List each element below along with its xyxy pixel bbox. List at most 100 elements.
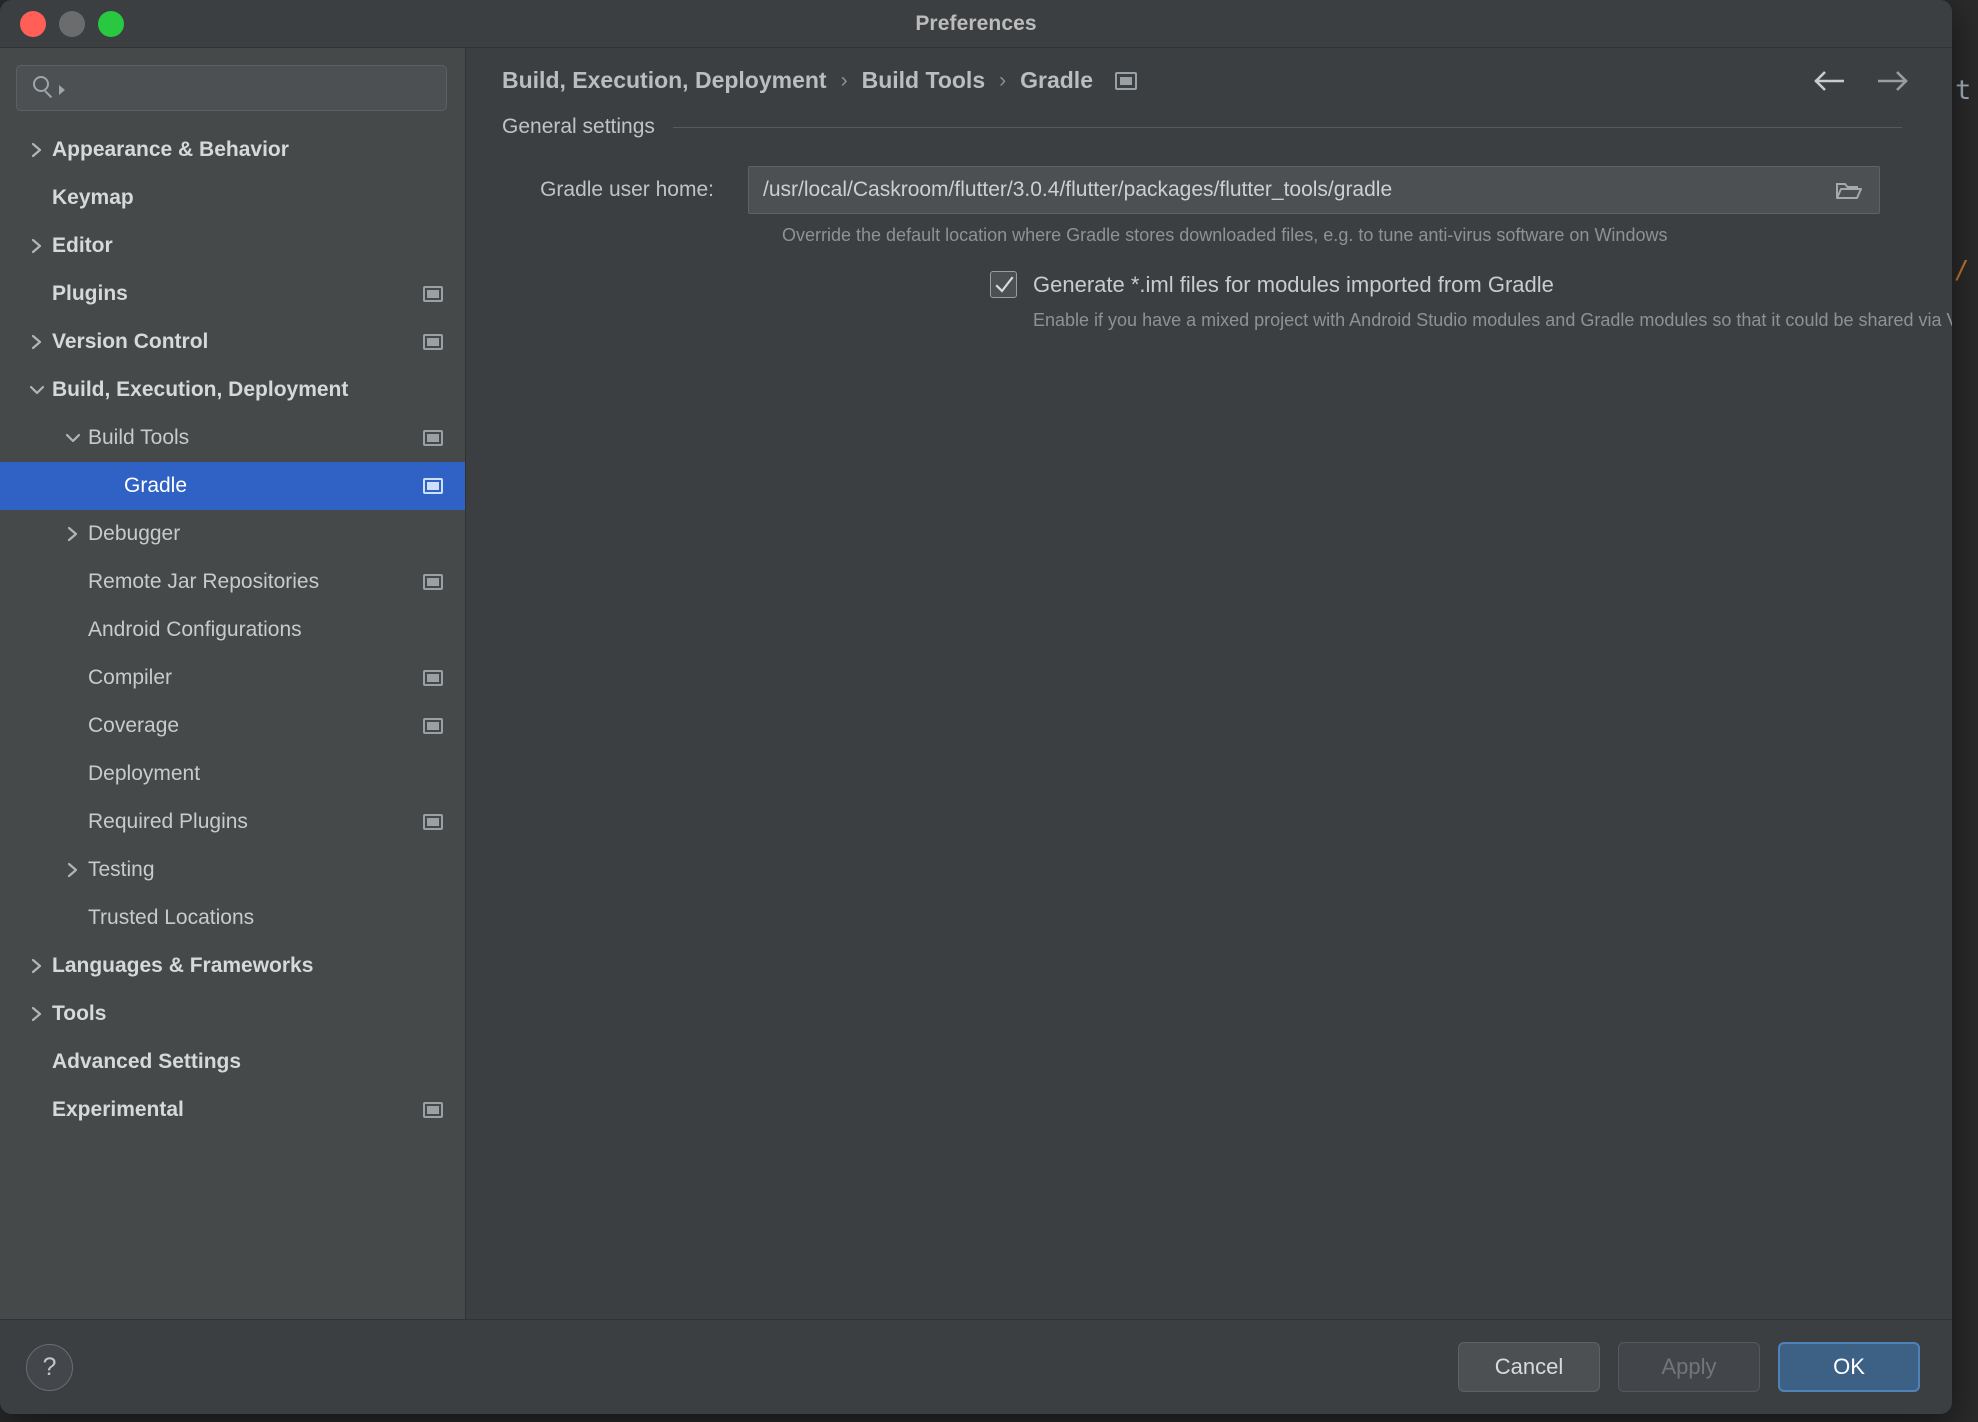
- sidebar-item-build-tools[interactable]: Build Tools: [0, 414, 465, 462]
- section-title: General settings: [502, 115, 655, 138]
- settings-tree: Appearance & Behavior Keymap Editor Plugins…: [0, 124, 465, 1319]
- sidebar-item-label: Keymap: [52, 186, 134, 209]
- zoom-window-button[interactable]: [98, 10, 124, 37]
- project-scope-icon[interactable]: [423, 718, 443, 734]
- chevron-right-icon[interactable]: [22, 956, 52, 976]
- chevron-down-icon[interactable]: [58, 430, 88, 446]
- breadcrumb: Build, Execution, Deployment › Build Too…: [466, 48, 1952, 113]
- sidebar-item-appearance-behavior[interactable]: Appearance & Behavior: [0, 126, 465, 174]
- sidebar-item-languages-frameworks[interactable]: Languages & Frameworks: [0, 942, 465, 990]
- sidebar-item-advanced-settings[interactable]: Advanced Settings: [0, 1038, 465, 1086]
- search-options-chevron-icon[interactable]: [59, 85, 65, 95]
- sidebar-item-version-control[interactable]: Version Control: [0, 318, 465, 366]
- sidebar-item-label: Compiler: [88, 666, 173, 689]
- breadcrumb-item-1[interactable]: Build Tools: [862, 67, 986, 94]
- sidebar-item-label: Coverage: [88, 714, 180, 737]
- dialog-title: Preferences: [915, 11, 1037, 35]
- footer-button-group: Cancel Apply OK: [1458, 1342, 1920, 1392]
- sidebar-item-label: Languages & Frameworks: [52, 954, 314, 977]
- arrow-left-icon[interactable]: [1810, 61, 1850, 101]
- sidebar-item-label: Deployment: [88, 762, 201, 785]
- sidebar-item-build-execution-deployment[interactable]: Build, Execution, Deployment: [0, 366, 465, 414]
- chevron-right-icon[interactable]: [58, 860, 88, 880]
- sidebar-item-label: Remote Jar Repositories: [88, 570, 320, 593]
- chevron-right-icon[interactable]: [22, 332, 52, 352]
- breadcrumb-separator: ›: [840, 68, 848, 92]
- project-scope-icon[interactable]: [423, 1102, 443, 1118]
- background-editor-text: t: [1955, 75, 1972, 106]
- ok-button[interactable]: OK: [1778, 1342, 1920, 1392]
- chevron-right-icon[interactable]: [22, 236, 52, 256]
- sidebar-item-label: Gradle: [124, 474, 188, 497]
- sidebar-item-trusted-locations[interactable]: Trusted Locations: [0, 894, 465, 942]
- apply-button[interactable]: Apply: [1618, 1342, 1760, 1392]
- sidebar-item-label: Build Tools: [88, 426, 190, 449]
- search-input[interactable]: [73, 77, 434, 99]
- help-button[interactable]: ?: [26, 1343, 73, 1391]
- minimize-window-button[interactable]: [59, 10, 85, 37]
- arrow-right-icon[interactable]: [1872, 61, 1912, 101]
- sidebar-item-label: Plugins: [52, 282, 128, 305]
- folder-icon[interactable]: [1835, 179, 1863, 202]
- gradle-user-home-value: /usr/local/Caskroom/flutter/3.0.4/flutte…: [763, 178, 1393, 201]
- sidebar-item-label: Android Configurations: [88, 618, 302, 641]
- project-scope-icon[interactable]: [423, 814, 443, 830]
- breadcrumb-item-0[interactable]: Build, Execution, Deployment: [502, 67, 827, 94]
- close-window-button[interactable]: [20, 10, 46, 37]
- sidebar-item-testing[interactable]: Testing: [0, 846, 465, 894]
- project-scope-icon[interactable]: [423, 334, 443, 350]
- sidebar-item-gradle[interactable]: Gradle: [0, 462, 465, 510]
- dialog-titlebar: Preferences: [0, 0, 1952, 48]
- gradle-user-home-field[interactable]: /usr/local/Caskroom/flutter/3.0.4/flutte…: [748, 166, 1880, 214]
- project-scope-icon[interactable]: [423, 670, 443, 686]
- chevron-right-icon[interactable]: [22, 1004, 52, 1024]
- sidebar-item-required-plugins[interactable]: Required Plugins: [0, 798, 465, 846]
- settings-sidebar: Appearance & Behavior Keymap Editor Plugins…: [0, 48, 466, 1319]
- project-scope-icon[interactable]: [423, 286, 443, 302]
- general-settings-section-header: General settings: [466, 115, 1912, 139]
- project-scope-icon[interactable]: [423, 430, 443, 446]
- search-box[interactable]: [16, 65, 447, 111]
- project-scope-icon[interactable]: [1115, 71, 1137, 90]
- dialog-footer: ? Cancel Apply OK: [0, 1319, 1952, 1414]
- sidebar-item-compiler[interactable]: Compiler: [0, 654, 465, 702]
- sidebar-item-label: Trusted Locations: [88, 906, 255, 929]
- generate-iml-label: Generate *.iml files for modules importe…: [1033, 271, 1554, 297]
- breadcrumb-item-2: Gradle: [1020, 67, 1093, 93]
- sidebar-item-keymap[interactable]: Keymap: [0, 174, 465, 222]
- generate-iml-checkbox[interactable]: [990, 271, 1017, 298]
- sidebar-item-label: Build, Execution, Deployment: [52, 378, 349, 401]
- sidebar-item-experimental[interactable]: Experimental: [0, 1086, 465, 1134]
- sidebar-item-remote-jar-repositories[interactable]: Remote Jar Repositories: [0, 558, 465, 606]
- settings-main-panel: Build, Execution, Deployment › Build Too…: [466, 48, 1952, 1319]
- sidebar-item-label: Debugger: [88, 522, 181, 545]
- project-scope-icon[interactable]: [423, 478, 443, 494]
- checkmark-icon: [995, 276, 1014, 293]
- sidebar-item-debugger[interactable]: Debugger: [0, 510, 465, 558]
- sidebar-item-deployment[interactable]: Deployment: [0, 750, 465, 798]
- chevron-down-icon[interactable]: [22, 382, 52, 398]
- sidebar-item-plugins[interactable]: Plugins: [0, 270, 465, 318]
- navigation-arrows: [1810, 61, 1952, 101]
- sidebar-item-tools[interactable]: Tools: [0, 990, 465, 1038]
- sidebar-item-label: Advanced Settings: [52, 1050, 242, 1073]
- section-divider: [672, 126, 1902, 128]
- project-scope-icon[interactable]: [423, 574, 443, 590]
- chevron-right-icon[interactable]: [58, 524, 88, 544]
- sidebar-item-label: Experimental: [52, 1098, 184, 1121]
- sidebar-item-label: Testing: [88, 858, 155, 881]
- cancel-button[interactable]: Cancel: [1458, 1342, 1600, 1392]
- sidebar-item-android-configurations[interactable]: Android Configurations: [0, 606, 465, 654]
- breadcrumb-separator: ›: [999, 68, 1007, 92]
- window-controls: [20, 10, 124, 37]
- sidebar-item-label: Tools: [52, 1002, 107, 1025]
- gradle-user-home-hint: Override the default location where Grad…: [782, 225, 1668, 245]
- sidebar-item-label: Appearance & Behavior: [52, 138, 289, 161]
- generate-iml-checkbox-row[interactable]: Generate *.iml files for modules importe…: [466, 271, 1912, 298]
- sidebar-item-coverage[interactable]: Coverage: [0, 702, 465, 750]
- search-container: [0, 48, 465, 124]
- chevron-right-icon[interactable]: [22, 140, 52, 160]
- sidebar-item-editor[interactable]: Editor: [0, 222, 465, 270]
- background-editor-slash: /: [1954, 255, 1970, 284]
- sidebar-item-label: Editor: [52, 234, 113, 257]
